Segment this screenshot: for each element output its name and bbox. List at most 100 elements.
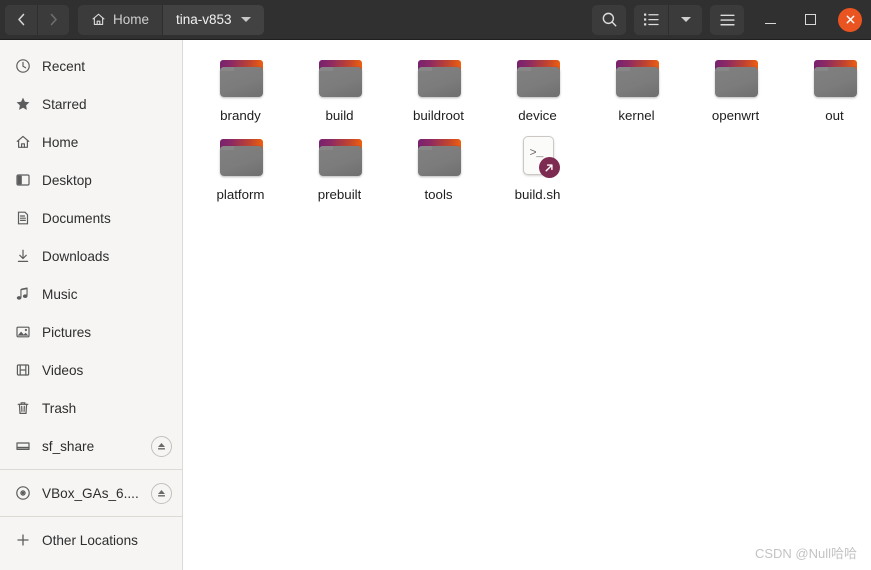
folder-icon	[415, 54, 463, 102]
sidebar: Recent Starred Home Desktop Documents Downloa…	[0, 40, 183, 570]
folder-icon	[811, 54, 859, 102]
minimize-button[interactable]	[756, 6, 784, 34]
sidebar-item-label: Recent	[42, 58, 86, 74]
sidebar-item-label: Pictures	[42, 324, 92, 340]
sidebar-item-label: Other Locations	[42, 532, 138, 548]
sidebar-item-other-locations[interactable]: Other Locations	[0, 521, 182, 559]
sidebar-item-music[interactable]: Music	[0, 275, 182, 313]
list-view-button[interactable]	[634, 4, 668, 35]
file-label: openwrt	[711, 108, 760, 123]
file-manager-window: Home tina-v853 Recent Starred Home Deskt…	[0, 0, 871, 570]
icon-grid: brandy build buildroot device kernel openwrt o…	[183, 40, 871, 202]
file-label: build.sh	[514, 187, 561, 202]
sidebar-item-pictures[interactable]: Pictures	[0, 313, 182, 351]
folder-icon	[316, 133, 364, 181]
close-icon	[846, 15, 854, 24]
picture-icon	[14, 324, 31, 340]
sidebar-item-desktop[interactable]: Desktop	[0, 161, 182, 199]
header-left-group: Home tina-v853	[5, 4, 264, 35]
sidebar-item-trash[interactable]: Trash	[0, 389, 182, 427]
eject-button[interactable]	[151, 482, 172, 504]
search-icon	[602, 12, 616, 27]
folder-item[interactable]: device	[488, 48, 587, 123]
forward-button[interactable]	[37, 4, 69, 35]
maximize-button[interactable]	[796, 6, 824, 34]
sidebar-item-recent[interactable]: Recent	[0, 47, 182, 85]
folder-item[interactable]: prebuilt	[290, 127, 389, 202]
terminal-prompt-glyph: >_	[529, 146, 544, 160]
eject-icon	[158, 489, 165, 497]
sidebar-item-label: Starred	[42, 96, 87, 112]
folder-icon	[217, 54, 265, 102]
folder-item[interactable]: brandy	[191, 48, 290, 123]
header-right-group	[584, 4, 866, 35]
sidebar-item-documents[interactable]: Documents	[0, 199, 182, 237]
view-options-button[interactable]	[668, 4, 702, 35]
folder-item[interactable]: buildroot	[389, 48, 488, 123]
sidebar-item-starred[interactable]: Starred	[0, 85, 182, 123]
main-menu-button[interactable]	[710, 4, 744, 35]
file-label: kernel	[618, 108, 655, 123]
sidebar-item-label: Downloads	[42, 248, 110, 264]
drive-icon	[14, 438, 31, 454]
home-icon	[91, 12, 106, 27]
maximize-icon	[804, 14, 816, 25]
view-mode-group	[634, 4, 702, 35]
folder-item[interactable]: openwrt	[686, 48, 785, 123]
file-label: tools	[424, 187, 453, 202]
sidebar-item-vbox-gas-6[interactable]: VBox_GAs_6....	[0, 474, 182, 512]
folder-icon	[712, 54, 760, 102]
search-button[interactable]	[592, 4, 626, 35]
sidebar-item-label: Documents	[42, 210, 111, 226]
breadcrumb-label: tina-v853	[176, 12, 232, 27]
file-label: build	[325, 108, 354, 123]
document-icon	[14, 210, 31, 226]
folder-icon	[514, 54, 562, 102]
sidebar-item-videos[interactable]: Videos	[0, 351, 182, 389]
symlink-badge-icon	[538, 157, 560, 178]
breadcrumb-item-home[interactable]: Home	[78, 4, 163, 35]
file-label: prebuilt	[317, 187, 362, 202]
sidebar-item-label: Home	[42, 134, 79, 150]
folder-icon	[217, 133, 265, 181]
sidebar-item-label: sf_share	[42, 438, 95, 454]
folder-item[interactable]: platform	[191, 127, 290, 202]
sidebar-item-label: Music	[42, 286, 78, 302]
list-view-icon	[643, 13, 659, 26]
star-icon	[14, 96, 31, 112]
folder-icon	[415, 133, 463, 181]
chevron-left-icon	[17, 13, 24, 26]
sidebar-item-downloads[interactable]: Downloads	[0, 237, 182, 275]
file-label: brandy	[220, 108, 261, 123]
breadcrumb: Home tina-v853	[78, 4, 264, 35]
hamburger-menu-icon	[719, 14, 735, 25]
file-list-area[interactable]: brandy build buildroot device kernel openwrt o…	[183, 40, 871, 570]
sidebar-item-sf-share[interactable]: sf_share	[0, 427, 182, 465]
file-item[interactable]: >_ build.sh	[488, 127, 587, 202]
script-file-icon: >_	[514, 133, 562, 181]
chevron-down-icon	[680, 17, 691, 22]
folder-item[interactable]: kernel	[587, 48, 686, 123]
video-icon	[14, 362, 31, 378]
breadcrumb-item-current[interactable]: tina-v853	[162, 4, 264, 35]
chevron-right-icon	[50, 13, 57, 26]
clock-icon	[14, 58, 31, 74]
back-button[interactable]	[5, 4, 37, 35]
close-button[interactable]	[838, 7, 862, 32]
folder-icon	[316, 54, 364, 102]
chevron-down-icon	[240, 17, 251, 22]
minimize-icon	[764, 22, 776, 25]
desktop-icon	[14, 172, 31, 188]
folder-item[interactable]: tools	[389, 127, 488, 202]
eject-icon	[158, 442, 165, 450]
sidebar-item-label: Videos	[42, 362, 84, 378]
eject-button[interactable]	[151, 435, 172, 457]
navigation-buttons	[5, 4, 69, 35]
sidebar-item-home[interactable]: Home	[0, 123, 182, 161]
header-bar: Home tina-v853	[0, 0, 871, 40]
sidebar-separator	[0, 469, 182, 470]
folder-item[interactable]: build	[290, 48, 389, 123]
sidebar-separator	[0, 516, 182, 517]
folder-item[interactable]: out	[785, 48, 871, 123]
music-icon	[14, 286, 31, 302]
